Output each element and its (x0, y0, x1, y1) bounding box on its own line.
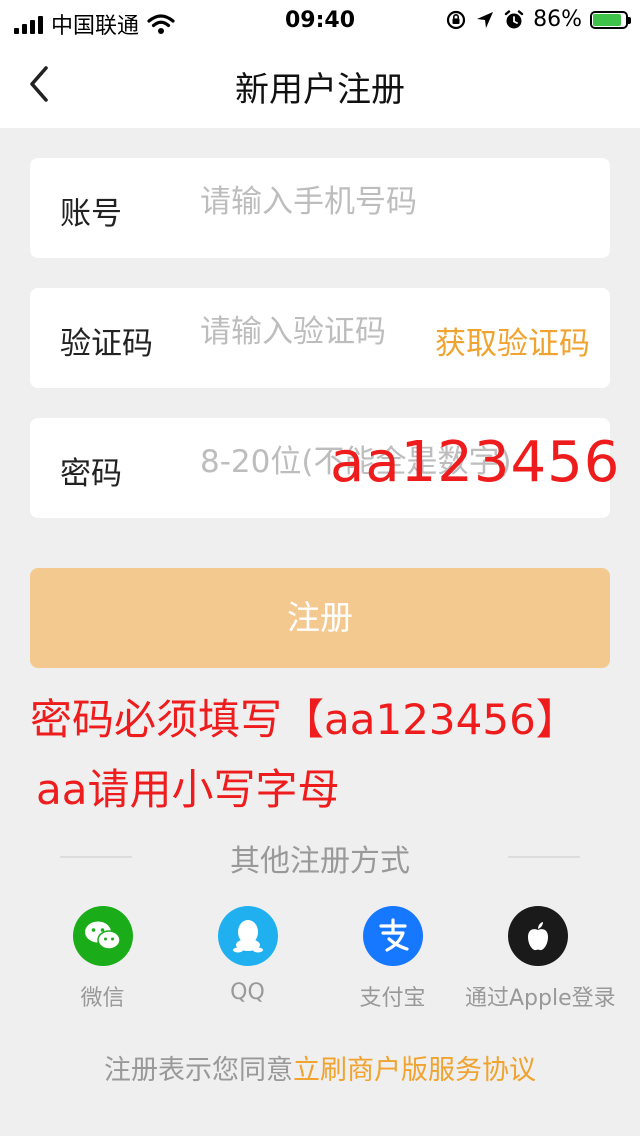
code-input[interactable] (200, 314, 420, 350)
page-title: 新用户注册 (235, 70, 405, 110)
other-methods-header: 其他注册方式 (0, 836, 640, 879)
agreement-prefix: 注册表示您同意 (104, 1055, 293, 1086)
navigation-bar: 新用户注册 (0, 42, 640, 128)
alarm-icon (504, 9, 524, 28)
password-annotation: aa123456 (330, 430, 621, 495)
alipay-label: 支付宝 (359, 986, 426, 1011)
note-line-2: aa请用小写字母 (36, 765, 340, 814)
account-row: 账号 (30, 158, 610, 258)
divider-right (508, 856, 580, 858)
get-code-button[interactable]: 获取验证码 (435, 318, 590, 363)
wechat-login[interactable]: 微信 (30, 906, 175, 1012)
note-line-1: 密码必须填写【aa123456】 (30, 695, 578, 744)
register-button[interactable]: 注册 (30, 568, 610, 668)
battery-fill (593, 13, 621, 26)
password-row: 密码 aa123456 (30, 418, 619, 518)
other-methods-title: 其他注册方式 (230, 844, 410, 879)
alipay-login[interactable]: 支付宝 (320, 906, 465, 1012)
qq-login[interactable]: QQ (175, 906, 320, 1005)
wechat-icon (72, 906, 133, 966)
code-label: 验证码 (60, 326, 153, 362)
alipay-icon (362, 906, 423, 966)
qq-icon (217, 906, 278, 966)
qq-label: QQ (230, 980, 265, 1005)
account-input[interactable] (200, 184, 600, 220)
account-label: 账号 (60, 196, 122, 232)
battery-icon (590, 10, 631, 29)
status-right: 86% (445, 7, 631, 32)
agreement-text: 注册表示您同意立刷商户版服务协议 (0, 1048, 640, 1087)
location-icon (477, 11, 494, 28)
apple-login[interactable]: 通过Apple登录 (465, 906, 616, 1012)
wechat-label: 微信 (80, 986, 125, 1011)
service-agreement-link[interactable]: 立刷商户版服务协议 (293, 1055, 536, 1086)
apple-label: 通过Apple登录 (465, 986, 616, 1011)
apple-icon (507, 906, 568, 966)
password-label: 密码 (60, 456, 122, 492)
status-bar: 中国联通 09:40 86% (0, 0, 640, 42)
code-row: 验证码 获取验证码 (30, 288, 610, 388)
battery-percent: 86% (533, 7, 582, 32)
rotation-lock-icon (446, 10, 466, 29)
